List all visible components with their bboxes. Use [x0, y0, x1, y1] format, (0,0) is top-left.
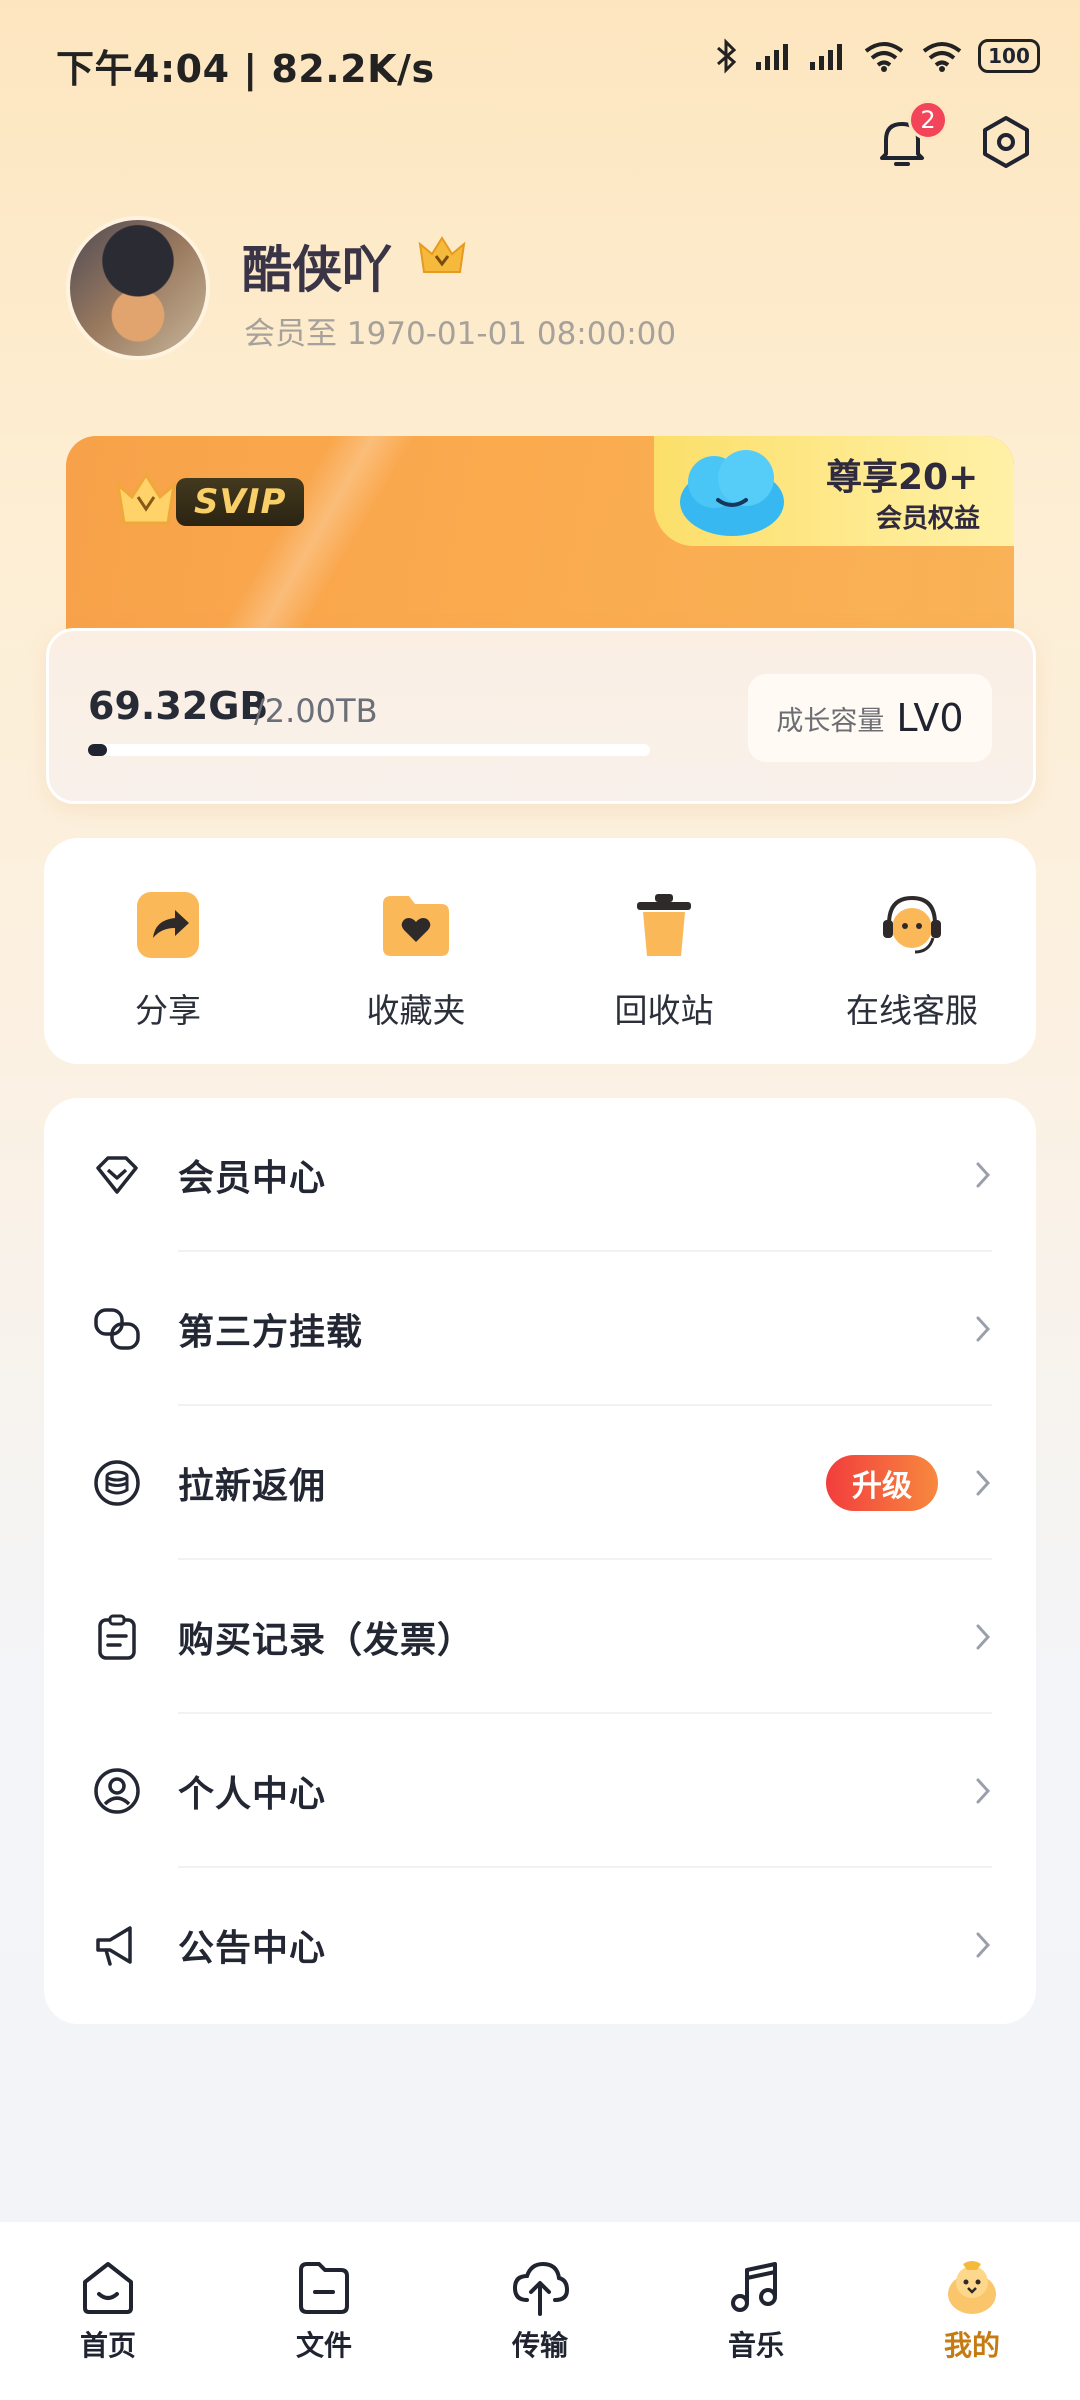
menu-list: 会员中心 第三方挂载 拉新返佣 升级 购买记录（发票） 个人中心 公告中心 [44, 1098, 1036, 2024]
chevron-right-icon [976, 1624, 991, 1650]
trash-icon [637, 894, 691, 956]
promo-title: 尊享20+ [826, 457, 979, 498]
quick-action-favorites[interactable]: 收藏夹 [306, 838, 526, 1064]
nav-home[interactable]: 首页 [18, 2222, 198, 2400]
menu-item-purchase-records[interactable]: 购买记录（发票） [44, 1560, 1036, 1714]
upgrade-badge: 升级 [826, 1455, 938, 1511]
menu-item-third-party-mount[interactable]: 第三方挂载 [44, 1252, 1036, 1406]
svip-label: SVIP [176, 478, 305, 526]
svip-badge: SVIP [110, 470, 305, 534]
nav-mine[interactable]: 我的 [882, 2222, 1062, 2400]
nav-label: 我的 [943, 2329, 1000, 2362]
menu-item-referral-rebate[interactable]: 拉新返佣 升级 [44, 1406, 1036, 1560]
nav-label: 音乐 [727, 2329, 784, 2362]
growth-label: 成长容量 [776, 705, 885, 737]
mascot-icon [948, 2261, 996, 2314]
menu-label: 拉新返佣 [178, 1466, 327, 1507]
clipboard-icon [98, 1614, 136, 1660]
nav-music[interactable]: 音乐 [666, 2222, 846, 2400]
growth-capacity-button[interactable]: 成长容量 LV0 [748, 674, 992, 762]
chevron-right-icon [976, 1470, 991, 1496]
customer-service-icon [883, 895, 941, 954]
vip-crown-icon [418, 236, 466, 273]
chevron-right-icon [976, 1162, 991, 1188]
bluetooth-icon [717, 38, 737, 74]
nav-label: 文件 [295, 2329, 352, 2362]
storage-total: /2.00TB [254, 692, 378, 730]
quick-action-label: 收藏夹 [366, 991, 466, 1030]
battery-indicator: 100 [978, 39, 1040, 73]
quick-actions: 分享 收藏夹 回收站 在线客服 [44, 838, 1036, 1064]
chevron-right-icon [976, 1778, 991, 1804]
cloud-mascot-icon [680, 450, 784, 536]
menu-label: 公告中心 [178, 1928, 327, 1969]
avatar[interactable] [66, 216, 210, 360]
storage-used: 69.32GB [88, 684, 269, 728]
member-expiry: 会员至 1970-01-01 08:00:00 [244, 316, 677, 352]
menu-item-announcements[interactable]: 公告中心 [44, 1868, 1036, 2022]
svip-crown-icon [115, 472, 177, 525]
bottom-nav: 首页 文件 传输 音乐 我的 [0, 2222, 1080, 2400]
wifi-icon [864, 42, 904, 72]
signal-icon-2 [810, 44, 842, 70]
menu-label: 第三方挂载 [178, 1312, 364, 1353]
user-circle-icon [94, 1768, 140, 1814]
menu-label: 购买记录（发票） [178, 1620, 475, 1661]
settings-icon[interactable] [976, 112, 1036, 172]
menu-item-member-center[interactable]: 会员中心 [44, 1098, 1036, 1252]
growth-level: LV0 [896, 696, 964, 740]
chevron-right-icon [976, 1316, 991, 1342]
storage-progress-bar [88, 744, 650, 756]
menu-item-personal-center[interactable]: 个人中心 [44, 1714, 1036, 1868]
quick-action-label: 分享 [135, 991, 201, 1030]
notification-badge: 2 [908, 100, 948, 140]
nav-files[interactable]: 文件 [234, 2222, 414, 2400]
quick-action-label: 回收站 [614, 991, 714, 1030]
wifi-icon-2 [922, 42, 962, 72]
megaphone-icon [96, 1926, 132, 1966]
nav-transfer[interactable]: 传输 [450, 2222, 630, 2400]
username: 酷侠吖 [242, 241, 392, 299]
signal-icon [756, 44, 788, 70]
quick-action-support[interactable]: 在线客服 [802, 838, 1022, 1064]
promo-subtitle: 会员权益 [876, 504, 981, 534]
home-icon [83, 2262, 133, 2314]
quick-action-trash[interactable]: 回收站 [554, 838, 774, 1064]
share-icon [137, 892, 199, 958]
diamond-icon [96, 1156, 138, 1194]
folder-icon [299, 2262, 349, 2314]
coin-stack-icon [94, 1460, 140, 1506]
storage-progress-fill [88, 744, 108, 756]
quick-action-label: 在线客服 [846, 991, 978, 1030]
link-icon [94, 1308, 140, 1350]
nav-label: 传输 [511, 2329, 568, 2362]
menu-label: 会员中心 [178, 1158, 327, 1199]
nav-label: 首页 [79, 2329, 136, 2362]
status-time: 下午4:04 | 82.2K/s [56, 47, 435, 91]
favorites-folder-icon [383, 896, 449, 956]
quick-action-share[interactable]: 分享 [58, 838, 278, 1064]
music-note-icon [731, 2262, 777, 2312]
menu-label: 个人中心 [178, 1774, 327, 1815]
status-icons: 100 [714, 38, 1040, 74]
chevron-right-icon [976, 1932, 991, 1958]
cloud-transfer-icon [512, 2261, 570, 2316]
